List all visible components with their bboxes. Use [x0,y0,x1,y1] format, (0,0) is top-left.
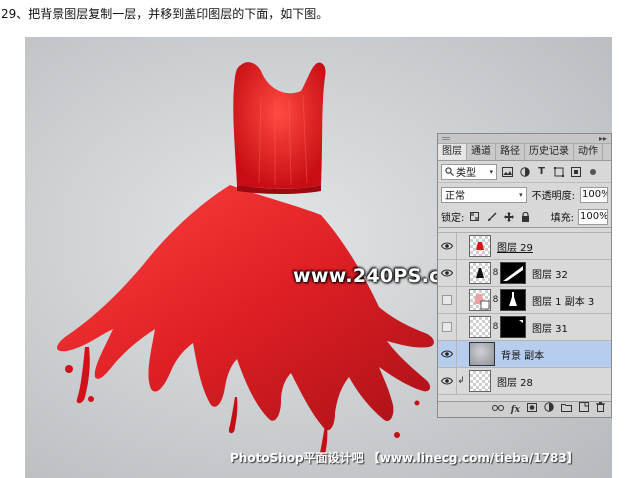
layers-list: 图层 29 8 图层 32 8 图层 1 副本 3 8 图层 31 背景 副本 … [438,228,611,395]
link-icon[interactable] [491,403,504,417]
layer-name: 图层 28 [497,377,533,389]
opacity-label: 不透明度: [531,191,576,202]
layer-thumbnail [469,342,495,366]
pixel-filter-icon[interactable] [501,165,514,178]
layer-name: 图层 29 [497,242,533,254]
visibility-toggle[interactable] [438,232,457,260]
filter-kind-select[interactable]: 类型 ▾ [441,163,497,180]
instruction-text: 29、把背景图层复制一层，并移到盖印图层的下面，如下图。 [1,7,329,21]
chevron-down-icon: ▾ [519,190,523,199]
eye-icon [441,377,453,385]
layer-row[interactable]: 8 图层 32 [438,259,611,287]
smart-object-filter-icon[interactable] [569,165,582,178]
fx-icon[interactable]: fx [511,403,520,417]
search-icon [445,167,454,176]
tab-history[interactable]: 历史记录 [525,144,574,160]
panel-title-bar[interactable]: ▸▸ [438,134,611,144]
layer-mask-thumbnail[interactable] [500,262,526,284]
layer-mask-thumbnail[interactable] [500,316,526,338]
mask-icon[interactable] [527,402,537,417]
trash-icon[interactable] [596,402,605,417]
clipping-arrow-icon: ↲ [457,376,465,386]
layer-row[interactable]: 背景 副本 [438,340,611,368]
visibility-toggle[interactable] [438,259,457,287]
lock-label: 锁定: [441,213,465,224]
layer-name: 背景 副本 [501,350,545,362]
lock-position-move-icon[interactable] [502,210,515,223]
layers-panel: ▸▸ 图层 通道 路径 历史记录 动作 类型 ▾ T 正常 ▾ 不透明度: 10… [437,133,612,418]
layer-row[interactable]: 图层 29 [438,232,611,260]
lock-pixels-brush-icon[interactable] [485,210,498,223]
tab-paths[interactable]: 路径 [496,144,525,160]
fill-label: 填充: [550,213,574,224]
layer-name: 图层 31 [532,323,568,335]
shape-filter-icon[interactable] [552,165,565,178]
layer-name: 图层 1 副本 3 [532,296,595,308]
eye-icon [441,350,453,358]
lock-transparent-icon[interactable] [468,210,481,223]
eye-icon [441,269,453,277]
fill-input[interactable]: 100% [578,208,608,225]
adjustment-filter-icon[interactable] [518,165,531,178]
blend-mode-select[interactable]: 正常 ▾ [441,186,527,203]
credit-text: PhotoShop平面设计吧 【www.linecg.com/tieba/178… [230,451,579,465]
tab-actions[interactable]: 动作 [574,144,603,160]
layer-thumbnail [469,316,491,338]
hidden-checkbox-icon [442,295,452,305]
adjustment-icon[interactable] [544,402,554,417]
tab-channels[interactable]: 通道 [467,144,496,160]
link-chain-icon[interactable]: 8 [491,322,500,332]
layer-thumbnail [469,370,491,392]
panel-footer: fx [438,401,611,417]
layer-row[interactable]: 8 图层 1 副本 3 [438,286,611,314]
visibility-toggle[interactable] [438,286,457,314]
eye-icon [441,242,453,250]
hidden-checkbox-icon [442,322,452,332]
layer-name: 图层 32 [532,269,568,281]
filter-toggle-icon[interactable] [586,165,599,178]
panel-tabs: 图层 通道 路径 历史记录 动作 [438,144,611,161]
blend-mode-value: 正常 [445,191,465,202]
layer-thumbnail [469,289,491,311]
tab-layers[interactable]: 图层 [438,144,467,160]
visibility-toggle[interactable] [438,313,457,341]
link-chain-icon[interactable]: 8 [491,268,500,278]
blend-row: 正常 ▾ 不透明度: 100% [438,183,611,206]
filter-kind-label: 类型 [456,168,476,179]
group-folder-icon[interactable] [561,403,572,417]
lock-all-icon[interactable] [519,210,532,223]
new-layer-icon[interactable] [579,402,589,417]
opacity-input[interactable]: 100% [580,186,608,203]
layer-mask-thumbnail[interactable] [500,289,526,311]
layer-thumbnail [469,235,491,257]
layer-filter-row: 类型 ▾ T [438,161,611,183]
link-chain-icon[interactable]: 8 [491,295,500,305]
type-filter-icon[interactable]: T [535,165,548,178]
layer-row[interactable]: 8 图层 31 [438,313,611,341]
layer-thumbnail [469,262,491,284]
lock-row: 锁定: 填充: 100% [438,206,611,228]
visibility-toggle[interactable] [438,340,457,368]
layer-row[interactable]: ↲ 图层 28 [438,367,611,395]
grip-icon[interactable] [442,137,450,140]
visibility-toggle[interactable] [438,367,457,395]
chevron-down-icon: ▾ [489,167,493,176]
collapse-icon[interactable]: ▸▸ [599,134,607,144]
